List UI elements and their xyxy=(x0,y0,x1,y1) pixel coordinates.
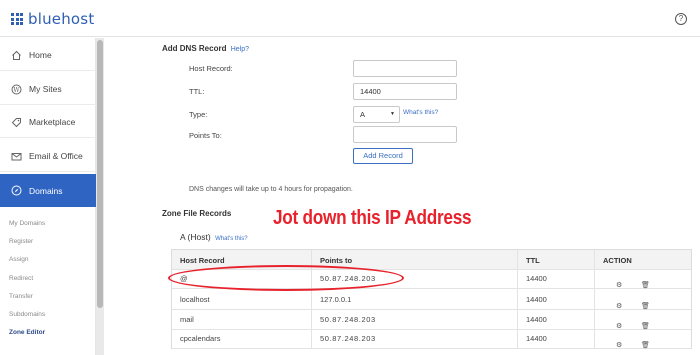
annotation-callout: Jot down this IP Address xyxy=(273,207,472,229)
table-row: localhost 127.0.0.1 14400 ⚙ 🗑 xyxy=(171,289,692,310)
ttl-cell: 14400 xyxy=(517,309,594,330)
sidebar-item-label: Home xyxy=(29,50,52,60)
sidebar-item-marketplace[interactable]: Marketplace xyxy=(0,107,96,138)
action-cell: ⚙ 🗑 xyxy=(594,268,692,289)
host-record-input[interactable] xyxy=(353,60,457,77)
sidebar: Home W My Sites Marketplace Email & Offi… xyxy=(0,38,96,355)
trash-icon[interactable]: 🗑 xyxy=(641,335,650,355)
host-cell: mail xyxy=(171,309,311,330)
subnav-zone-editor[interactable]: Zone Editor xyxy=(9,329,45,336)
subnav-redirect[interactable]: Redirect xyxy=(9,275,33,282)
zone-file-title: Zone File Records xyxy=(162,209,232,218)
points-to-cell: 127.0.0.1 xyxy=(311,289,517,310)
action-cell: ⚙ 🗑 xyxy=(594,309,692,330)
ttl-cell: 14400 xyxy=(517,328,594,349)
ttl-label: TTL: xyxy=(189,87,205,96)
tag-icon xyxy=(11,117,22,128)
points-to-input[interactable] xyxy=(353,126,457,143)
host-cell: cpcalendars xyxy=(171,328,311,349)
sidebar-item-label: Email & Office xyxy=(29,151,83,161)
subnav-subdomains[interactable]: Subdomains xyxy=(9,311,45,318)
host-cell: localhost xyxy=(171,289,311,310)
gear-icon[interactable]: ⚙ xyxy=(616,335,622,355)
a-host-heading: A (Host) What's this? xyxy=(180,232,248,242)
host-record-label: Host Record: xyxy=(189,64,233,73)
compass-icon xyxy=(11,185,22,196)
action-cell: ⚙ 🗑 xyxy=(594,289,692,310)
a-host-whats-this-link[interactable]: What's this? xyxy=(215,236,248,242)
ttl-cell: 14400 xyxy=(517,289,594,310)
type-select[interactable]: A ▼ xyxy=(353,106,400,123)
top-header: bluehost ? xyxy=(0,0,700,37)
svg-text:W: W xyxy=(13,86,20,93)
a-host-title: A (Host) xyxy=(180,232,211,242)
points-to-cell: 50.87.248.203 xyxy=(311,309,517,330)
action-cell: ⚙ 🗑 xyxy=(594,328,692,349)
type-label: Type: xyxy=(189,110,208,119)
subnav-transfer[interactable]: Transfer xyxy=(9,293,33,300)
wordpress-icon: W xyxy=(11,84,22,95)
sidebar-item-home[interactable]: Home xyxy=(0,40,96,71)
chevron-down-icon: ▼ xyxy=(390,111,395,117)
ttl-cell: 14400 xyxy=(517,268,594,289)
sidebar-scroll-thumb[interactable] xyxy=(97,40,103,308)
envelope-icon xyxy=(11,151,22,162)
table-row: cpcalendars 50.87.248.203 14400 ⚙ 🗑 xyxy=(171,328,692,349)
sidebar-item-label: Marketplace xyxy=(29,117,76,127)
add-dns-title-text: Add DNS Record xyxy=(162,44,227,53)
type-whats-this-link[interactable]: What's this? xyxy=(403,109,438,116)
subnav-register[interactable]: Register xyxy=(9,238,33,245)
bluehost-logo[interactable]: bluehost xyxy=(11,10,94,28)
sidebar-item-domains[interactable]: Domains xyxy=(0,174,96,207)
ttl-input[interactable]: 14400 xyxy=(353,83,457,100)
propagation-note: DNS changes will take up to 4 hours for … xyxy=(189,186,353,193)
subnav-my-domains[interactable]: My Domains xyxy=(9,220,45,227)
add-record-button[interactable]: Add Record xyxy=(353,148,413,164)
help-icon[interactable]: ? xyxy=(675,13,687,25)
logo-grid-icon xyxy=(11,13,23,25)
add-dns-help-link[interactable]: Help? xyxy=(231,46,249,53)
add-dns-title: Add DNS Record Help? xyxy=(162,44,249,53)
sidebar-item-label: My Sites xyxy=(29,84,62,94)
sidebar-item-my-sites[interactable]: W My Sites xyxy=(0,74,96,105)
table-row: mail 50.87.248.203 14400 ⚙ 🗑 xyxy=(171,309,692,330)
annotation-ellipse xyxy=(168,265,404,291)
sidebar-item-label: Domains xyxy=(29,185,63,196)
logo-text: bluehost xyxy=(28,10,95,28)
sidebar-item-email-office[interactable]: Email & Office xyxy=(0,141,96,172)
home-icon xyxy=(11,50,22,61)
subnav-assign[interactable]: Assign xyxy=(9,256,29,263)
points-to-cell: 50.87.248.203 xyxy=(311,328,517,349)
type-select-value: A xyxy=(360,110,366,119)
points-to-label: Points To: xyxy=(189,131,222,140)
